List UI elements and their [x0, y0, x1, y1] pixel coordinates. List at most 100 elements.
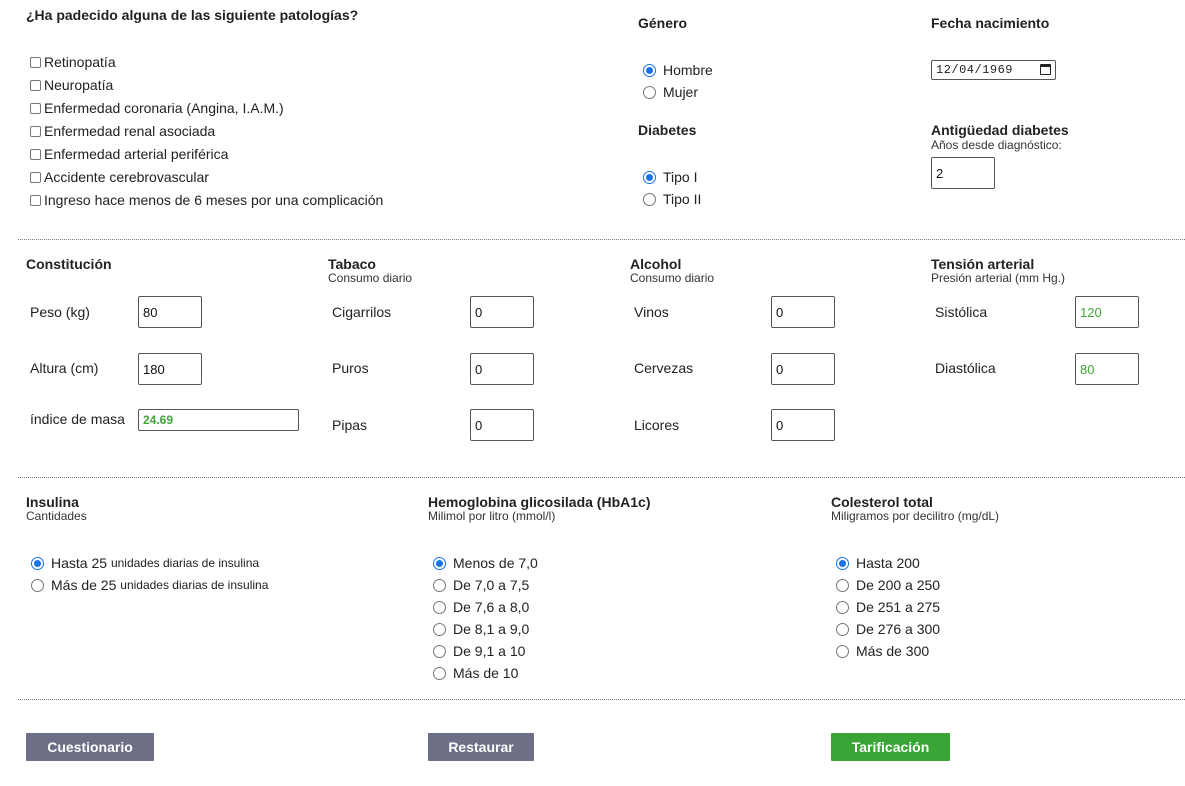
checkbox-box[interactable]: [30, 194, 41, 206]
radio-diabetes-type2[interactable]: Tipo II: [643, 190, 701, 208]
checkbox-arterial[interactable]: Enfermedad arterial periférica: [30, 145, 228, 163]
radio-hba1c-4[interactable]: De 9,1 a 10: [433, 642, 525, 660]
radio-button[interactable]: [433, 556, 446, 570]
liquors-input[interactable]: 0: [771, 409, 835, 441]
calendar-icon[interactable]: [1040, 64, 1051, 75]
height-input[interactable]: 180: [138, 353, 202, 385]
radio-button[interactable]: [31, 556, 44, 570]
radio-label: Tipo I: [663, 169, 698, 185]
seniority-title: Antigüedad diabetes: [931, 122, 1069, 138]
birthdate-input[interactable]: 12/04/1969: [931, 60, 1056, 80]
radio-cholesterol-1[interactable]: De 200 a 250: [836, 576, 940, 594]
radio-button[interactable]: [31, 578, 44, 592]
birthdate-value: 12/04/1969: [936, 63, 1014, 77]
checkbox-coronary[interactable]: Enfermedad coronaria (Angina, I.A.M.): [30, 99, 284, 117]
cigars-label: Puros: [332, 360, 369, 376]
radio-gender-male[interactable]: Hombre: [643, 61, 713, 79]
radio-button[interactable]: [836, 578, 849, 592]
radio-button[interactable]: [433, 622, 446, 636]
radio-label: Hasta 200: [856, 555, 920, 571]
checkbox-box[interactable]: [30, 102, 41, 114]
diabetes-title: Diabetes: [638, 122, 697, 138]
systolic-input[interactable]: 120: [1075, 296, 1139, 328]
tobacco-subtitle: Consumo diario: [328, 271, 413, 285]
bmi-input[interactable]: 24.69: [138, 409, 299, 431]
checkbox-box[interactable]: [30, 171, 41, 183]
radio-cholesterol-3[interactable]: De 276 a 300: [836, 620, 940, 638]
radio-hba1c-3[interactable]: De 8,1 a 9,0: [433, 620, 529, 638]
checkbox-label: Retinopatía: [44, 54, 116, 70]
radio-hba1c-2[interactable]: De 7,6 a 8,0: [433, 598, 529, 616]
radio-button[interactable]: [643, 170, 656, 184]
constitution-title: Constitución: [26, 256, 112, 272]
weight-label: Peso (kg): [30, 304, 90, 320]
cigarettes-input[interactable]: 0: [470, 296, 534, 328]
wines-label: Vinos: [634, 304, 669, 320]
radio-label: Hasta 25: [51, 555, 108, 571]
cholesterol-subtitle: Miligramos por decilitro (mg/dL): [831, 509, 1000, 523]
cigars-input[interactable]: 0: [470, 353, 534, 385]
radio-insulin-over25[interactable]: Más de 25 unidades diarias de insulina: [31, 576, 268, 594]
checkbox-stroke[interactable]: Accidente cerebrovascular: [30, 168, 209, 186]
radio-label: De 276 a 300: [856, 621, 941, 637]
radio-button[interactable]: [643, 63, 656, 77]
cholesterol-title: Colesterol total: [831, 494, 933, 510]
radio-label: De 7,0 a 7,5: [453, 577, 530, 593]
checkbox-label: Enfermedad renal asociada: [44, 123, 216, 139]
beers-input[interactable]: 0: [771, 353, 835, 385]
radio-button[interactable]: [433, 666, 446, 680]
radio-cholesterol-2[interactable]: De 251 a 275: [836, 598, 940, 616]
radio-label: De 200 a 250: [856, 577, 941, 593]
radio-label: Más de 10: [453, 665, 519, 681]
radio-label: De 9,1 a 10: [453, 643, 526, 659]
radio-cholesterol-4[interactable]: Más de 300: [836, 642, 929, 660]
radio-cholesterol-0[interactable]: Hasta 200: [836, 554, 920, 572]
pipes-input[interactable]: 0: [470, 409, 534, 441]
radio-button[interactable]: [433, 600, 446, 614]
liquors-label: Licores: [634, 417, 680, 433]
tobacco-title: Tabaco: [328, 256, 376, 272]
seniority-input[interactable]: 2: [931, 157, 995, 189]
radio-button[interactable]: [433, 578, 446, 592]
radio-button[interactable]: [836, 622, 849, 636]
alcohol-subtitle: Consumo diario: [630, 271, 715, 285]
radio-button[interactable]: [643, 85, 656, 99]
radio-sublabel: unidades diarias de insulina: [120, 578, 269, 592]
insulin-title: Insulina: [26, 494, 79, 510]
systolic-label: Sistólica: [935, 304, 988, 320]
radio-hba1c-0[interactable]: Menos de 7,0: [433, 554, 538, 572]
checkbox-renal[interactable]: Enfermedad renal asociada: [30, 122, 215, 140]
pricing-button[interactable]: Tarificación: [831, 733, 950, 761]
radio-button[interactable]: [836, 600, 849, 614]
radio-button[interactable]: [643, 192, 656, 206]
diastolic-label: Diastólica: [935, 360, 996, 376]
radio-label: Tipo II: [663, 191, 702, 207]
radio-button[interactable]: [836, 556, 849, 570]
checkbox-label: Enfermedad coronaria (Angina, I.A.M.): [44, 100, 284, 116]
radio-diabetes-type1[interactable]: Tipo I: [643, 168, 698, 186]
reset-button[interactable]: Restaurar: [428, 733, 534, 761]
checkbox-label: Neuropatía: [44, 77, 114, 93]
radio-hba1c-5[interactable]: Más de 10: [433, 664, 518, 682]
insulin-subtitle: Cantidades: [26, 509, 87, 523]
checkbox-box[interactable]: [30, 125, 41, 137]
radio-hba1c-1[interactable]: De 7,0 a 7,5: [433, 576, 529, 594]
section-divider: [18, 699, 1185, 700]
pressure-title: Tensión arterial: [931, 256, 1035, 272]
checkbox-hospitalization[interactable]: Ingreso hace menos de 6 meses por una co…: [30, 191, 383, 209]
questionnaire-button[interactable]: Cuestionario: [26, 733, 154, 761]
radio-button[interactable]: [836, 644, 849, 658]
checkbox-neuropathy[interactable]: Neuropatía: [30, 76, 113, 94]
checkbox-box[interactable]: [30, 56, 41, 68]
hba1c-subtitle: Milimol por litro (mmol/l): [428, 509, 556, 523]
radio-insulin-upto25[interactable]: Hasta 25 unidades diarias de insulina: [31, 554, 259, 572]
checkbox-retinopathy[interactable]: Retinopatía: [30, 53, 116, 71]
diastolic-input[interactable]: 80: [1075, 353, 1139, 385]
weight-input[interactable]: 80: [138, 296, 202, 328]
radio-button[interactable]: [433, 644, 446, 658]
checkbox-box[interactable]: [30, 79, 41, 91]
radio-gender-female[interactable]: Mujer: [643, 83, 698, 101]
wines-input[interactable]: 0: [771, 296, 835, 328]
checkbox-box[interactable]: [30, 148, 41, 160]
hba1c-title: Hemoglobina glicosilada (HbA1c): [428, 494, 651, 510]
